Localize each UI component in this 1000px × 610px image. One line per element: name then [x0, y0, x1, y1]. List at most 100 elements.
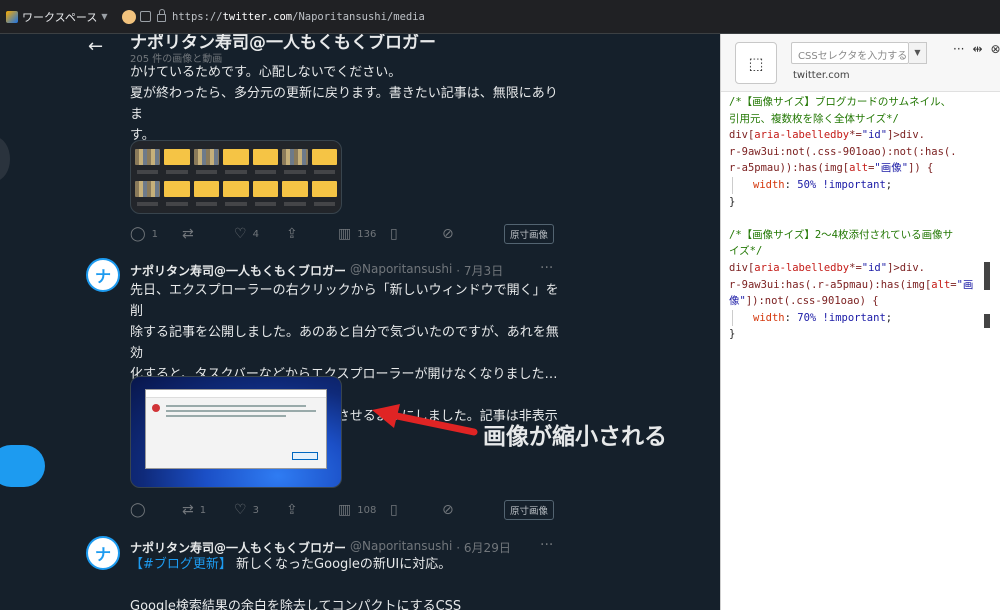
bookmark-button[interactable]: ▯	[390, 226, 442, 242]
code-property: width	[753, 178, 785, 191]
tweet-actions: ◯ ⇄ 1 ♡ 3 ⇪ ▥ 108 ▯ ⊘ 原寸画像	[130, 500, 554, 520]
back-arrow-icon[interactable]: ←	[88, 36, 103, 57]
current-host: twitter.com	[793, 70, 850, 81]
lock-icon	[157, 9, 166, 22]
tweet-actions: ◯ 1 ⇄ ♡ 4 ⇪ ▥ 136 ▯ ⊘ 原寸画像	[130, 224, 554, 244]
code-comment: 引用元、複数枚を除く全体サイズ*/	[729, 112, 899, 125]
error-dialog-thumbnail	[145, 389, 327, 469]
heart-icon: ♡	[234, 226, 247, 242]
tweet-text-line: かけているためです。心配しないでください。	[130, 65, 402, 80]
author-handle[interactable]: @Naporitansushi	[350, 262, 452, 279]
chevron-down-icon: ▼	[101, 12, 108, 21]
dialog-text-line	[166, 405, 306, 407]
folder-thumbnail	[223, 180, 249, 206]
folder-thumbnail	[135, 180, 161, 206]
devtools-window-controls: ··· ⇹ ⊗	[953, 42, 1000, 56]
chevron-down-icon[interactable]: ▼	[909, 42, 927, 64]
more-options-icon[interactable]: ···	[953, 42, 964, 56]
reply-count: 1	[151, 228, 159, 240]
address-bar[interactable]: https://twitter.com/Naporitansushi/media	[140, 9, 425, 23]
workspace-switcher[interactable]: ワークスペース ▼	[0, 9, 118, 25]
element-picker-button[interactable]: ⬚	[735, 42, 777, 84]
bookmark-button[interactable]: ▯	[390, 502, 442, 518]
folder-thumbnail	[282, 149, 308, 174]
close-icon[interactable]: ⊗	[991, 42, 1000, 56]
retweet-count: 1	[199, 504, 207, 516]
like-button[interactable]: ♡ 3	[234, 502, 286, 518]
code-string: "id"	[861, 261, 888, 274]
tweet-image-folders[interactable]	[130, 140, 342, 214]
avatar[interactable]: ナ	[86, 258, 120, 292]
original-image-button[interactable]: 原寸画像	[503, 224, 554, 244]
url-text: https://twitter.com/Naporitansushi/media	[172, 11, 425, 23]
reply-button[interactable]: ◯	[130, 502, 182, 518]
view-count: 136	[357, 228, 377, 240]
dock-icon[interactable]: ⇹	[972, 42, 982, 56]
heart-icon: ♡	[234, 502, 247, 518]
original-image-button[interactable]: 原寸画像	[503, 500, 554, 520]
code-selector: div[aria-labelledby*="id"]>div.	[729, 260, 987, 277]
code-value: 50% !important	[797, 178, 886, 191]
tweet-text: 【#ブログ更新】 新しくなったGoogleの新UIに対応。 Google検索結果…	[130, 554, 560, 610]
tweet-image-dialog-screenshot[interactable]	[130, 376, 342, 488]
like-count: 3	[252, 504, 259, 516]
share-button[interactable]: ⇪	[286, 226, 338, 242]
code-brace: }	[729, 328, 736, 341]
views-button[interactable]: ▥ 136	[338, 226, 390, 242]
link-icon: ⊘	[442, 502, 454, 518]
code-brace: }	[729, 195, 736, 208]
tweet-date[interactable]: · 7月3日	[456, 262, 503, 279]
css-devtools-panel: ⬚ CSSセレクタを入力する... ▼ twitter.com ··· ⇹ ⊗ …	[720, 34, 1000, 610]
like-button[interactable]: ♡ 4	[234, 226, 286, 242]
tweet-text-line: 除する記事を公開しました。あのあと自分で気づいたのですが、あれを無効	[130, 325, 559, 361]
site-settings-icon[interactable]	[140, 11, 151, 22]
code-string: "画像"	[874, 162, 909, 175]
more-options-icon[interactable]: ···	[540, 537, 553, 553]
code-comment: イズ*/	[729, 245, 763, 258]
scrollbar-marker[interactable]	[984, 262, 990, 290]
media-timeline: ← ナポリタン寿司@一人もくもくブロガー 205 件の画像と動画 かけているため…	[70, 34, 720, 610]
folder-thumbnail	[193, 180, 220, 206]
tweet-text-line: 夏が終わったら、多分元の更新に戻ります。書きたい記事は、無限にありま	[130, 86, 558, 122]
url-path: /Naporitansushi/media	[292, 10, 425, 23]
retweet-button[interactable]: ⇄	[182, 226, 234, 242]
author-name[interactable]: ナポリタン寿司@一人もくもくブロガー	[130, 262, 346, 279]
code-comment: /*【画像サイズ】ブログカードのサムネイル、	[729, 96, 952, 108]
hashtag-link[interactable]: 【#ブログ更新】	[130, 557, 232, 572]
retweet-button[interactable]: ⇄ 1	[182, 502, 234, 518]
folder-thumbnail	[193, 149, 220, 174]
profile-avatar-icon[interactable]	[122, 9, 136, 24]
copy-link-button[interactable]: ⊘	[442, 502, 494, 518]
nav-rail-avatar[interactable]	[0, 137, 10, 181]
tweet-text-line: 先日、エクスプローラーの右クリックから「新しいウィンドウで開く」を削	[130, 283, 559, 319]
views-button[interactable]: ▥ 108	[338, 502, 390, 518]
code-selector: r-9aw3ui:has(.r-a5pmau):has(img[alt="画	[729, 277, 987, 294]
folder-thumbnail	[223, 149, 249, 174]
view-count: 108	[357, 504, 377, 516]
reply-button[interactable]: ◯ 1	[130, 226, 182, 242]
like-count: 4	[252, 228, 259, 240]
workspace-label: ワークスペース	[22, 10, 98, 24]
analytics-icon: ▥	[338, 502, 352, 518]
code-attr: aria-labelledby	[754, 129, 850, 142]
folder-thumbnail	[164, 180, 190, 206]
dialog-text-line	[166, 415, 286, 417]
css-selector-input[interactable]: CSSセレクタを入力する...	[791, 42, 909, 64]
code-fragment: div[	[729, 129, 755, 142]
code-comment: /*【画像サイズ】2～4枚添付されている画像サ	[729, 228, 954, 241]
post-button[interactable]	[0, 445, 45, 487]
retweet-icon: ⇄	[182, 502, 194, 518]
folder-thumbnail	[135, 149, 161, 174]
scrollbar-marker[interactable]	[984, 314, 990, 328]
copy-link-button[interactable]: ⊘	[442, 226, 494, 242]
code-fragment: r-9aw3ui:has(.r-a5pmau):has(img[	[729, 278, 932, 291]
share-button[interactable]: ⇪	[286, 502, 338, 518]
devtools-header: ⬚ CSSセレクタを入力する... ▼ twitter.com ··· ⇹ ⊗	[721, 34, 1000, 92]
folder-thumbnail	[252, 149, 279, 174]
code-fragment: *=	[849, 129, 862, 142]
tweet-text-fragment: 新しくなったGoogleの新UIに対応。	[231, 557, 452, 572]
more-options-icon[interactable]: ···	[540, 260, 553, 276]
css-code-editor[interactable]: /*【画像サイズ】ブログカードのサムネイル、 引用元、複数枚を除く全体サイズ*/…	[729, 94, 987, 343]
bookmark-icon: ▯	[390, 502, 398, 518]
avatar[interactable]: ナ	[86, 536, 120, 570]
